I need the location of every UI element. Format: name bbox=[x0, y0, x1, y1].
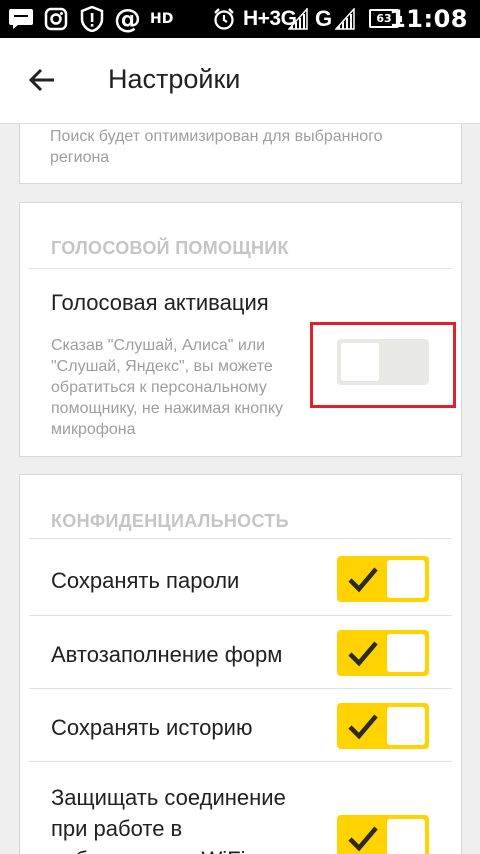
toggle-knob bbox=[387, 560, 425, 598]
toggle-knob bbox=[387, 819, 425, 854]
privacy-card: КОНФИДЕНЦИАЛЬНОСТЬ Сохранять пароли Авто… bbox=[19, 474, 462, 854]
divider bbox=[29, 538, 452, 539]
check-icon bbox=[348, 714, 378, 740]
autofill-forms-title: Автозаполнение форм bbox=[51, 642, 283, 667]
autofill-forms-toggle[interactable] bbox=[337, 630, 429, 676]
instagram-icon bbox=[44, 0, 68, 38]
at-icon: @ bbox=[114, 3, 141, 35]
check-icon bbox=[348, 641, 378, 667]
highlight-box bbox=[310, 322, 456, 408]
check-icon bbox=[348, 826, 378, 852]
toggle-knob bbox=[387, 634, 425, 672]
save-passwords-toggle[interactable] bbox=[337, 556, 429, 602]
network-type-2: G bbox=[315, 6, 333, 31]
region-description: Поиск будет оптимизирован для выбранного… bbox=[50, 128, 383, 166]
section-header-voice: ГОЛОСОВОЙ ПОМОЩНИК bbox=[51, 238, 289, 258]
check-icon bbox=[348, 567, 378, 593]
save-passwords-title: Сохранять пароли bbox=[51, 568, 240, 593]
page-title: Настройки bbox=[108, 64, 241, 94]
arrow-left-icon bbox=[28, 68, 54, 92]
secure-wifi-toggle[interactable] bbox=[337, 815, 429, 854]
divider bbox=[29, 268, 452, 269]
status-time: 11:08 bbox=[389, 5, 468, 33]
voice-activation-description: Сказав "Слушай, Алиса" или "Слушай, Янде… bbox=[51, 337, 284, 438]
divider bbox=[29, 761, 452, 762]
signal-icon-2 bbox=[335, 0, 355, 38]
divider bbox=[29, 688, 452, 689]
voice-activation-title: Голосовая активация bbox=[51, 290, 269, 315]
region-card: Поиск будет оптимизирован для выбранного… bbox=[19, 124, 462, 184]
secure-wifi-title: Защищать соединение при работе в небезоп… bbox=[51, 785, 286, 854]
section-header-privacy: КОНФИДЕНЦИАЛЬНОСТЬ bbox=[51, 511, 289, 531]
save-history-title: Сохранять историю bbox=[51, 715, 253, 740]
alarm-icon bbox=[212, 0, 236, 38]
message-icon bbox=[8, 0, 34, 38]
save-history-toggle[interactable] bbox=[337, 703, 429, 749]
signal-icon-1 bbox=[288, 0, 308, 38]
back-button[interactable] bbox=[22, 60, 62, 100]
top-app-bar: Настройки bbox=[0, 38, 480, 124]
hd-icon: HD bbox=[150, 11, 174, 27]
alert-icon bbox=[80, 0, 104, 38]
status-bar: @ HD H+3G G 63 11:08 bbox=[0, 0, 480, 38]
divider bbox=[29, 615, 452, 616]
toggle-knob bbox=[387, 707, 425, 745]
